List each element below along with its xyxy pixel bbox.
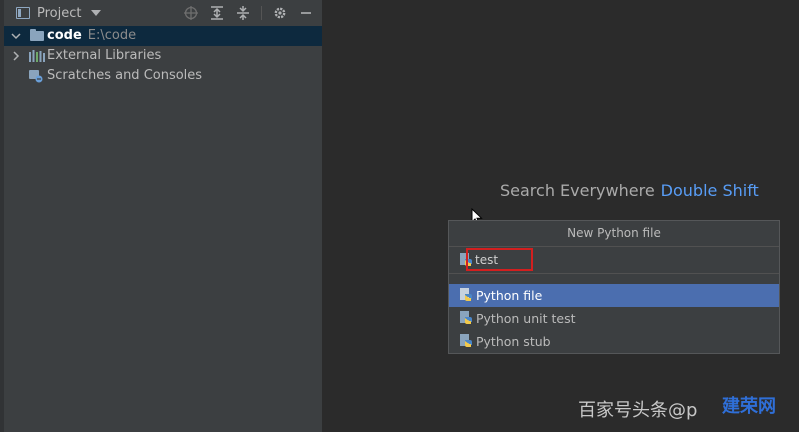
watermark-text: 百家号头条@p bbox=[578, 400, 698, 421]
tree-item-label: Scratches and Consoles bbox=[47, 68, 203, 83]
dialog-title: New Python file bbox=[449, 221, 779, 247]
red-highlight-box bbox=[466, 248, 533, 271]
option-label: Python stub bbox=[476, 334, 551, 349]
option-python-unit-test[interactable]: Python unit test bbox=[449, 307, 779, 330]
option-label: Python file bbox=[476, 288, 543, 303]
option-python-stub[interactable]: Python stub bbox=[449, 330, 779, 353]
toolbar-separator bbox=[261, 6, 262, 20]
project-toolbar bbox=[183, 0, 314, 26]
python-file-icon bbox=[460, 311, 472, 324]
option-python-file[interactable]: Python file bbox=[449, 284, 779, 307]
tree-item-label: code bbox=[47, 28, 82, 43]
project-view-selector[interactable]: Project bbox=[16, 5, 102, 21]
project-tree: code E:\code External Libraries Scratches… bbox=[4, 26, 322, 86]
project-panel-header: Project bbox=[4, 0, 322, 26]
library-icon bbox=[29, 50, 45, 62]
tree-item-code[interactable]: code E:\code bbox=[4, 26, 322, 46]
search-everywhere-hint: Search Everywhere Double Shift bbox=[500, 181, 759, 200]
expand-all-icon[interactable] bbox=[209, 5, 225, 21]
file-name-row bbox=[449, 247, 779, 274]
new-python-file-dialog: New Python file Python file Python unit … bbox=[448, 220, 780, 354]
project-tool-window: Project code E:\code External Libraries … bbox=[0, 0, 323, 432]
chevron-down-icon[interactable] bbox=[91, 10, 102, 16]
watermark-logo: 建荣网 bbox=[722, 396, 776, 417]
tree-item-label: External Libraries bbox=[47, 48, 162, 63]
folder-icon bbox=[30, 29, 44, 41]
scratches-icon bbox=[29, 70, 43, 83]
project-icon bbox=[16, 7, 30, 19]
file-type-list: Python file Python unit test Python stub bbox=[449, 284, 779, 353]
tree-item-scratches[interactable]: Scratches and Consoles bbox=[4, 66, 322, 86]
option-label: Python unit test bbox=[476, 311, 576, 326]
locate-icon[interactable] bbox=[183, 5, 199, 21]
minimize-icon[interactable] bbox=[298, 5, 314, 21]
project-panel-title: Project bbox=[37, 5, 82, 21]
python-file-icon bbox=[460, 334, 472, 347]
python-file-icon bbox=[460, 288, 472, 301]
chevron-down-icon[interactable] bbox=[10, 30, 22, 42]
gear-icon[interactable] bbox=[272, 5, 288, 21]
chevron-right-icon[interactable] bbox=[10, 50, 22, 62]
hint-shortcut: Double Shift bbox=[660, 181, 759, 200]
collapse-all-icon[interactable] bbox=[235, 5, 251, 21]
tree-item-external-libraries[interactable]: External Libraries bbox=[4, 46, 322, 66]
tree-item-path: E:\code bbox=[87, 28, 137, 43]
hint-text: Search Everywhere bbox=[500, 181, 655, 200]
